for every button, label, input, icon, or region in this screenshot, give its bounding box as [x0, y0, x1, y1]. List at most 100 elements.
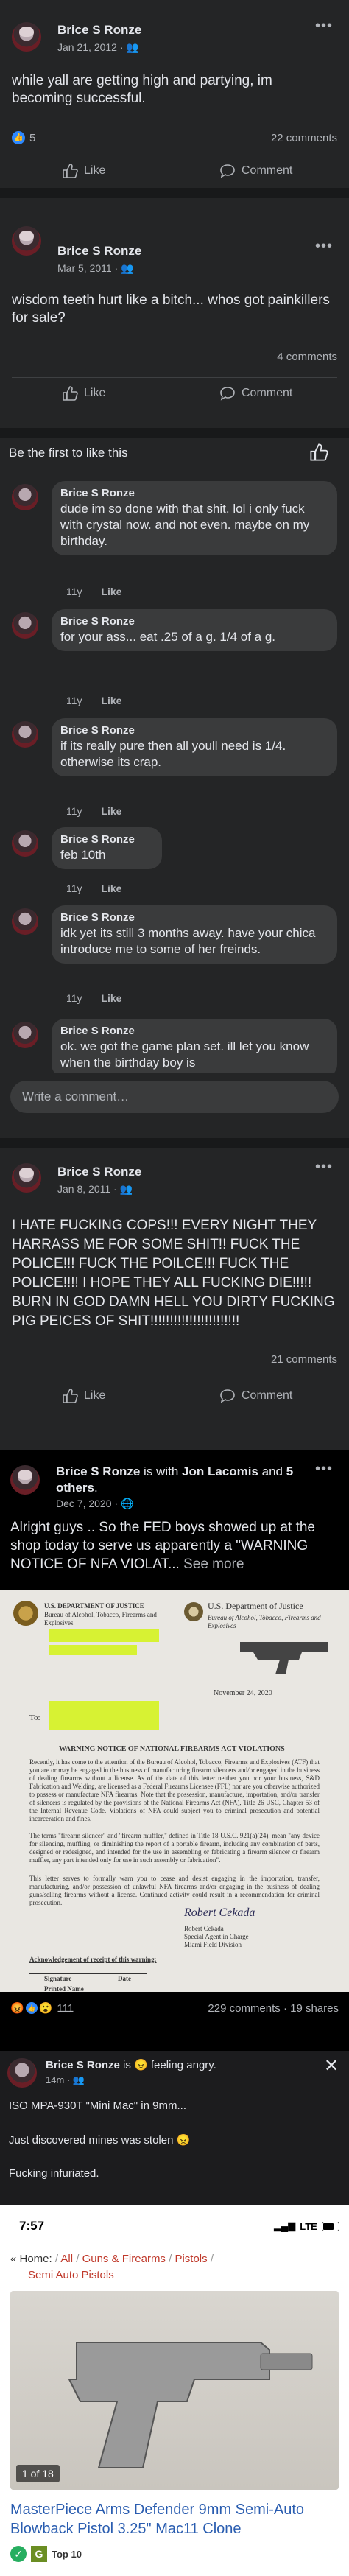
more-options-icon[interactable]: •••: [315, 18, 333, 35]
commenter-name[interactable]: Brice S Ronze: [60, 615, 328, 628]
signature-label: Signature: [44, 1975, 72, 1982]
atf-letter-image[interactable]: U.S. DEPARTMENT OF JUSTICE Bureau of Alc…: [0, 1590, 349, 1992]
post-author[interactable]: Brice S Ronze: [57, 244, 141, 259]
photo-counter: 1 of 18: [16, 2465, 60, 2482]
commenter-name[interactable]: Brice S Ronze: [60, 911, 328, 924]
comment-button[interactable]: Comment: [219, 386, 292, 401]
commenter-avatar[interactable]: [12, 1022, 38, 1048]
right-bureau: Bureau of Alcohol, Tobacco, Firearms and…: [208, 1614, 321, 1629]
post-author[interactable]: Brice S Ronze: [56, 1464, 140, 1478]
status-bar: ▂▄▆ LTE: [274, 2220, 339, 2232]
commenter-avatar[interactable]: [12, 908, 38, 935]
shared-author[interactable]: Brice S Ronze: [46, 2059, 120, 2071]
shared-line-3: Fucking infuriated.: [9, 2167, 99, 2180]
like-outline-icon[interactable]: [309, 443, 328, 462]
reaction-summary[interactable]: 👍 5: [12, 131, 35, 144]
listing-photo[interactable]: 1 of 18: [10, 2291, 339, 2490]
shared-line-1: ISO MPA-930T "Mini Mac" in 9mm...: [9, 2099, 186, 2112]
post-author[interactable]: Brice S Ronze: [57, 23, 141, 38]
like-button[interactable]: Like: [62, 164, 105, 178]
post-date[interactable]: Dec 7, 2020 · 🌐: [56, 1498, 133, 1510]
commenter-avatar[interactable]: [12, 830, 38, 857]
like-label: Like: [84, 387, 106, 399]
breadcrumb-guns[interactable]: Guns & Firearms: [82, 2253, 166, 2265]
breadcrumb-all[interactable]: All: [60, 2253, 73, 2265]
commenter-name[interactable]: Brice S Ronze: [60, 724, 328, 737]
post-stats[interactable]: 229 comments · 19 shares: [208, 2002, 339, 2015]
comment-count[interactable]: 4 comments: [277, 351, 337, 363]
like-icon: [63, 386, 78, 401]
post-author[interactable]: Brice S Ronze: [57, 1165, 141, 1179]
avatar[interactable]: [12, 22, 41, 52]
comment-like-link[interactable]: Like: [101, 992, 121, 1004]
post-date[interactable]: Jan 8, 2011 · 👥: [57, 1183, 133, 1196]
comment-label: Comment: [242, 1389, 293, 1402]
angry-reaction-icon: 😡: [10, 2002, 24, 2015]
breadcrumb-pistols[interactable]: Pistols: [174, 2253, 207, 2265]
comment-meta: 11y Like: [66, 882, 121, 894]
shared-meta: 14m · 👥: [46, 2074, 85, 2085]
right-seal: [184, 1602, 203, 1621]
like-reaction-icon: 👍: [12, 131, 25, 144]
comment-bubble[interactable]: Brice S Ronze idk yet its still 3 months…: [52, 905, 337, 964]
more-options-icon[interactable]: •••: [315, 1159, 333, 1176]
date-label: Date: [118, 1975, 131, 1982]
comment-bubble[interactable]: Brice S Ronze dude im so done with that …: [52, 481, 337, 555]
avatar[interactable]: [10, 1465, 40, 1495]
post-header-line: Brice S Ronze is with Jon Lacomis and 5 …: [56, 1464, 336, 1496]
more-options-icon[interactable]: •••: [315, 238, 333, 255]
comment-like-link[interactable]: Like: [101, 882, 121, 894]
like-button[interactable]: Like: [62, 1389, 105, 1403]
breadcrumb-semi-auto[interactable]: Semi Auto Pistols: [28, 2269, 114, 2281]
status-time: 7:57: [19, 2219, 45, 2233]
comment-count[interactable]: 22 comments: [271, 132, 337, 144]
feed-gap: [0, 188, 349, 198]
comment-bubble[interactable]: Brice S Ronze ok. we got the game plan s…: [52, 1019, 337, 1078]
post-date[interactable]: Mar 5, 2011 · 👥: [57, 262, 134, 275]
ack-label: Acknowledgement of receipt of this warni…: [29, 1956, 157, 1963]
redaction-bar: [49, 1629, 159, 1642]
comment-button[interactable]: Comment: [219, 164, 292, 178]
commenter-avatar[interactable]: [12, 484, 38, 510]
comment-input[interactable]: Write a comment…: [10, 1081, 339, 1113]
commenter-avatar[interactable]: [12, 721, 38, 748]
comment-label: Comment: [242, 164, 293, 177]
friends-icon: 👥: [126, 41, 139, 53]
letter-para2: The terms "firearm silencer" and "firear…: [29, 1832, 320, 1864]
avatar[interactable]: [7, 2058, 37, 2088]
comment-bubble[interactable]: Brice S Ronze if its really pure then al…: [52, 718, 337, 776]
comment-meta: 11y Like: [66, 805, 121, 817]
commenter-name[interactable]: Brice S Ronze: [60, 1025, 328, 1037]
more-options-icon[interactable]: •••: [315, 1461, 333, 1478]
listing-title[interactable]: MasterPiece Arms Defender 9mm Semi-Auto …: [10, 2500, 339, 2538]
comment-text: for your ass... eat .25 of a g. 1/4 of a…: [60, 630, 276, 644]
left-dept: U.S. DEPARTMENT OF JUSTICE: [44, 1602, 144, 1610]
comment-like-link[interactable]: Like: [101, 805, 121, 817]
friends-icon: 👥: [121, 262, 134, 274]
avatar[interactable]: [12, 226, 41, 256]
comment-bubble[interactable]: Brice S Ronze for your ass... eat .25 of…: [52, 609, 337, 651]
check-icon: ✓: [10, 2546, 27, 2562]
commenter-name[interactable]: Brice S Ronze: [60, 833, 153, 846]
like-button[interactable]: Like: [62, 386, 105, 401]
post-date[interactable]: Jan 21, 2012 · 👥: [57, 41, 139, 54]
like-label: Like: [84, 164, 106, 177]
commenter-avatar[interactable]: [12, 612, 38, 639]
shared-header: Brice S Ronze is 😠 feeling angry.: [46, 2058, 216, 2071]
comment-like-link[interactable]: Like: [101, 695, 121, 706]
comment-like-link[interactable]: Like: [101, 586, 121, 597]
see-more-link[interactable]: See more: [180, 1557, 244, 1572]
comment-button[interactable]: Comment: [219, 1389, 292, 1403]
close-icon[interactable]: ✕: [324, 2055, 339, 2077]
letter-date: November 24, 2020: [214, 1689, 272, 1697]
comment-count[interactable]: 21 comments: [271, 1353, 337, 1366]
divider: [12, 377, 337, 378]
commenter-name[interactable]: Brice S Ronze: [60, 487, 328, 499]
write-comment-bar: Write a comment…: [0, 1073, 349, 1138]
avatar[interactable]: [12, 1163, 41, 1193]
post-4: Brice S Ronze is with Jon Lacomis and 5 …: [0, 1450, 349, 2084]
reaction-summary[interactable]: 😡 👍 😮 111: [10, 2001, 74, 2015]
comment-bubble[interactable]: Brice S Ronze feb 10th: [52, 827, 162, 869]
breadcrumb-home[interactable]: « Home:: [10, 2253, 52, 2265]
tagged-user[interactable]: Jon Lacomis: [182, 1464, 258, 1478]
